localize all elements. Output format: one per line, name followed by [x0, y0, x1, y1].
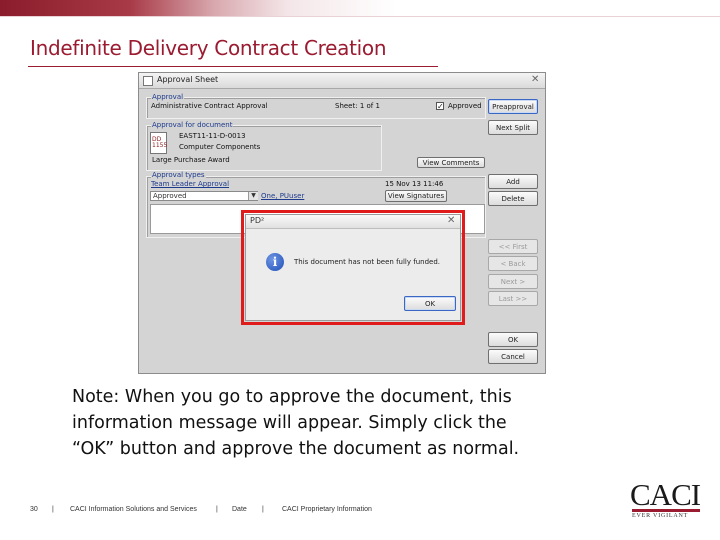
delete-button[interactable]: Delete: [488, 191, 538, 206]
caci-logo-word: CACI: [630, 477, 701, 512]
caci-logo-bar: [632, 509, 700, 512]
view-signatures-button[interactable]: View Signatures: [385, 190, 447, 202]
window-close-icon[interactable]: ✕: [531, 74, 539, 85]
view-comments-button[interactable]: View Comments: [417, 157, 485, 168]
footer-proprietary: CACI Proprietary Information: [282, 506, 372, 513]
note-line-3: “OK” button and approve the document as …: [72, 439, 520, 459]
window-title: Approval Sheet: [157, 75, 219, 84]
add-button[interactable]: Add: [488, 174, 538, 189]
footer-company: CACI Information Solutions and Services: [70, 506, 197, 513]
slide-title: Indefinite Delivery Contract Creation: [30, 36, 387, 60]
dialog-close-icon[interactable]: ✕: [447, 215, 455, 226]
dialog-titlebar: PD² ✕: [246, 215, 460, 229]
document-group-legend: Approval for document: [151, 121, 234, 129]
top-decorative-band: [0, 0, 720, 16]
next-button[interactable]: Next >: [488, 274, 538, 289]
next-split-button[interactable]: Next Split: [488, 120, 538, 135]
approved-label: Approved: [448, 102, 482, 110]
document-type: Large Purchase Award: [152, 156, 230, 164]
window-ok-button[interactable]: OK: [488, 332, 538, 347]
approver-name[interactable]: One, PUuser: [261, 192, 304, 200]
approval-type-link[interactable]: Team Leader Approval: [151, 180, 229, 188]
document-description: Computer Components: [179, 143, 261, 151]
footer-separator: |: [52, 506, 54, 513]
footer-separator: |: [262, 506, 264, 513]
window-app-icon: [143, 76, 153, 86]
back-button[interactable]: < Back: [488, 256, 538, 271]
note-line-1: Note: When you go to approve the documen…: [72, 387, 512, 407]
preapproval-button[interactable]: Preapproval: [488, 99, 538, 114]
dialog-title: PD²: [250, 216, 265, 225]
top-band-divider: [0, 16, 720, 17]
approval-sheet-window: Approval Sheet ✕ Approval Administrative…: [138, 72, 546, 374]
document-number: EAST11-11-D-0013: [179, 132, 246, 140]
sheet-indicator: Sheet: 1 of 1: [335, 102, 380, 110]
approved-checkbox[interactable]: ✓: [436, 102, 444, 111]
chevron-down-icon[interactable]: ▼: [248, 192, 258, 200]
document-icon: DD 1155: [150, 132, 167, 154]
first-button[interactable]: << First: [488, 239, 538, 254]
footer-separator: |: [216, 506, 218, 513]
title-underline: [28, 66, 438, 67]
last-button[interactable]: Last >>: [488, 291, 538, 306]
note-line-2: information message will appear. Simply …: [72, 413, 507, 433]
window-cancel-button[interactable]: Cancel: [488, 349, 538, 364]
slide-footer: 30 | CACI Information Solutions and Serv…: [0, 506, 720, 520]
approval-types-legend: Approval types: [151, 171, 206, 179]
caci-logo-tagline: EVER VIGILANT: [632, 513, 689, 519]
dialog-message: This document has not been fully funded.: [294, 258, 440, 266]
dialog-ok-button[interactable]: OK: [404, 296, 456, 311]
info-message-dialog: PD² ✕ i This document has not been fully…: [245, 214, 461, 321]
caci-logo: CACI EVER VIGILANT: [630, 478, 702, 524]
approval-name: Administrative Contract Approval: [151, 102, 268, 110]
information-icon: i: [266, 253, 284, 271]
approval-timestamp: 15 Nov 13 11:46: [385, 180, 444, 188]
page-number: 30: [30, 506, 38, 513]
approval-group-legend: Approval: [151, 93, 185, 101]
window-titlebar: Approval Sheet ✕: [139, 73, 545, 89]
footer-date: Date: [232, 506, 247, 513]
instruction-note: Note: When you go to approve the documen…: [72, 384, 632, 462]
approval-status-dropdown[interactable]: Approved ▼: [150, 191, 258, 201]
